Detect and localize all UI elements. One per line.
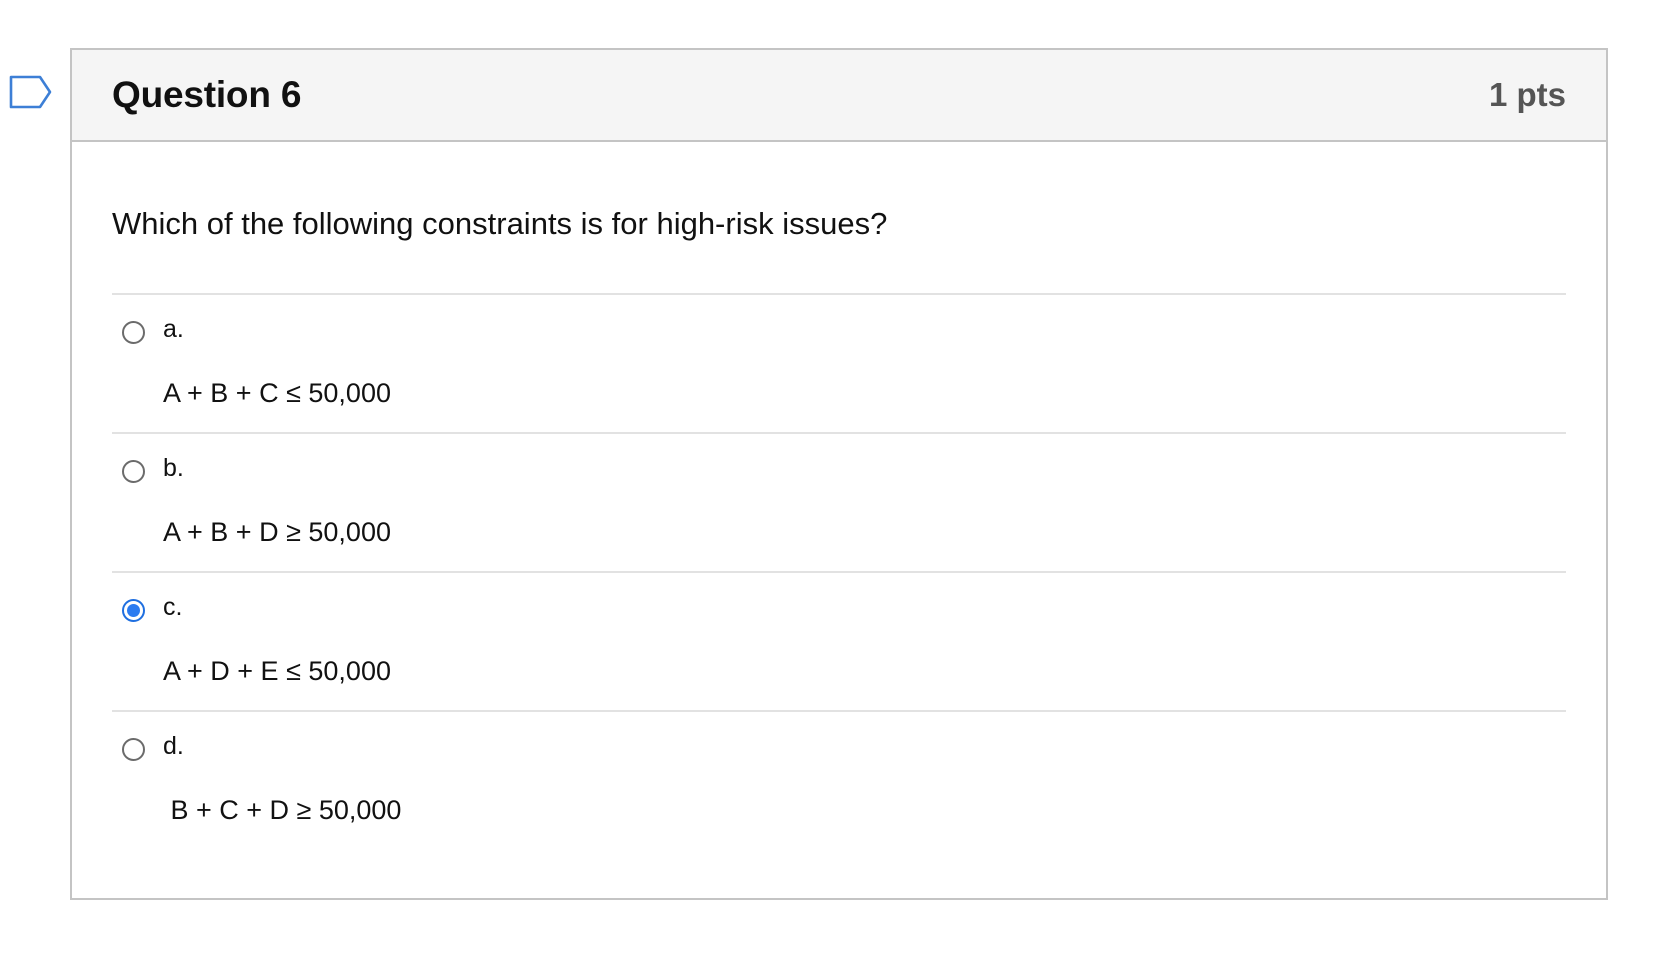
quiz-page: Question 6 1 pts Which of the following …: [0, 0, 1676, 956]
radio-button-a[interactable]: [122, 321, 145, 344]
answer-option-c[interactable]: c. A + D + E ≤ 50,000: [112, 573, 1566, 712]
question-header: Question 6 1 pts: [72, 50, 1606, 142]
radio-button-d[interactable]: [122, 738, 145, 761]
question-body: Which of the following constraints is fo…: [72, 142, 1606, 851]
answer-expression: A + B + C ≤ 50,000: [163, 378, 391, 408]
answer-letter: c.: [163, 593, 183, 621]
answer-expression: B + C + D ≥ 50,000: [163, 795, 402, 825]
answer-expression: A + D + E ≤ 50,000: [163, 656, 391, 686]
answer-expression: A + B + D ≥ 50,000: [163, 517, 391, 547]
answer-option-d[interactable]: d. B + C + D ≥ 50,000: [112, 712, 1566, 851]
radio-button-b[interactable]: [122, 460, 145, 483]
answer-option-b[interactable]: b. A + B + D ≥ 50,000: [112, 434, 1566, 573]
question-text: Which of the following constraints is fo…: [112, 142, 1566, 295]
answer-letter: a.: [163, 315, 184, 343]
question-points: 1 pts: [1488, 76, 1566, 113]
answer-option-a[interactable]: a. A + B + C ≤ 50,000: [112, 295, 1566, 434]
answer-letter: d.: [163, 732, 184, 760]
question-title: Question 6: [112, 74, 302, 115]
flag-question-icon[interactable]: [8, 74, 54, 110]
question-card: Question 6 1 pts Which of the following …: [70, 48, 1608, 900]
radio-button-selected[interactable]: [122, 599, 145, 622]
answer-list: a. A + B + C ≤ 50,000 b. A + B + D ≥ 50,…: [112, 295, 1566, 851]
answer-letter: b.: [163, 454, 184, 482]
